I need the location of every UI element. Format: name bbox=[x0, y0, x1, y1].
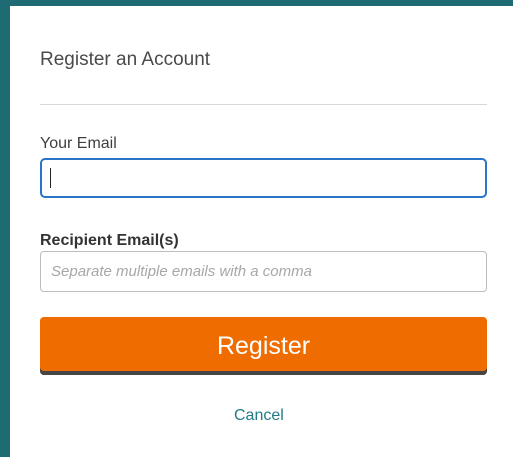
register-dialog: Register an Account Your Email Recipient… bbox=[0, 0, 513, 457]
recipient-emails-field[interactable] bbox=[40, 251, 487, 292]
cancel-link[interactable]: Cancel bbox=[234, 406, 284, 426]
your-email-label: Your Email bbox=[40, 135, 117, 152]
text-cursor bbox=[50, 168, 51, 188]
dialog-panel: Register an Account Your Email Recipient… bbox=[10, 6, 513, 457]
dialog-left-border bbox=[0, 0, 10, 457]
dialog-title: Register an Account bbox=[40, 49, 211, 70]
your-email-field[interactable] bbox=[40, 158, 487, 198]
title-divider bbox=[40, 104, 487, 105]
recipient-emails-label: Recipient Email(s) bbox=[40, 232, 179, 249]
register-button[interactable]: Register bbox=[40, 317, 487, 375]
